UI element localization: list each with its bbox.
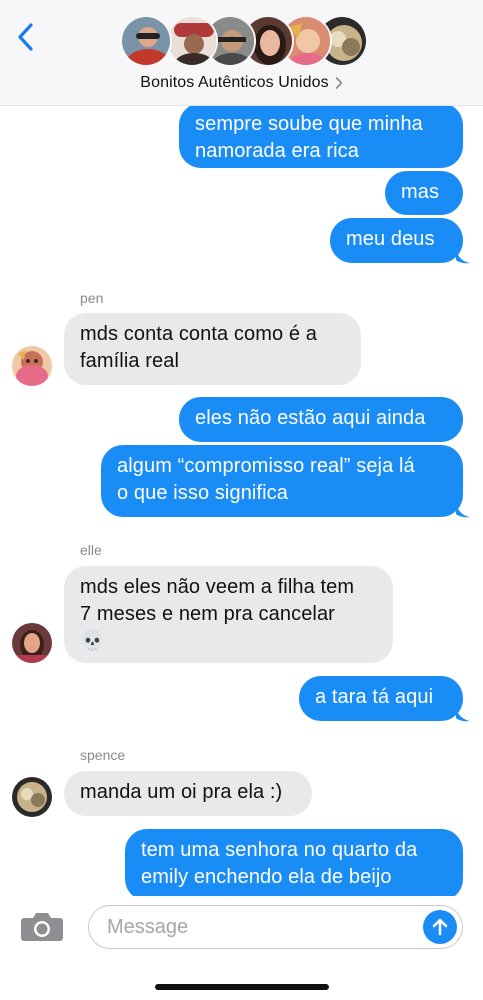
chevron-left-icon (18, 23, 33, 51)
outgoing-message[interactable]: meu deus (330, 218, 463, 263)
home-indicator (155, 984, 329, 990)
outgoing-message[interactable]: tem uma senhora no quarto da emily enche… (125, 829, 463, 901)
camera-icon (21, 913, 63, 941)
camera-button[interactable] (20, 910, 64, 942)
sender-name: elle (80, 542, 102, 558)
message-input[interactable] (107, 906, 407, 948)
incoming-message[interactable]: mds eles não veem a filha tem 7 meses e … (64, 566, 393, 663)
outgoing-message[interactable]: a tara tá aqui (299, 676, 463, 721)
avatar[interactable] (12, 777, 52, 817)
outgoing-message[interactable]: mas (385, 171, 463, 215)
avatar[interactable] (12, 623, 52, 663)
conversation-header: Bonitos Autênticos Unidos (0, 0, 483, 106)
message-field[interactable] (88, 905, 463, 949)
avatar (120, 15, 172, 67)
bubble-tail (456, 504, 470, 518)
bubble-tail (456, 708, 470, 722)
sender-name: spence (80, 747, 126, 763)
message-thread: sempre soube que minha namorada era rica… (0, 0, 483, 1000)
group-name: Bonitos Autênticos Unidos (140, 74, 329, 91)
group-avatars[interactable] (120, 15, 370, 69)
send-button[interactable] (423, 910, 457, 944)
outgoing-message[interactable]: algum “compromisso real” seja lá o que i… (101, 445, 463, 517)
sender-name: pen (80, 290, 104, 306)
chevron-right-icon (335, 77, 343, 89)
outgoing-message[interactable]: sempre soube que minha namorada era rica (179, 103, 463, 168)
send-arrow-icon (432, 918, 448, 936)
outgoing-message[interactable]: eles não estão aqui ainda (179, 397, 463, 442)
back-button[interactable] (12, 20, 38, 54)
incoming-message[interactable]: manda um oi pra ela :) (64, 771, 312, 816)
avatar[interactable] (12, 346, 52, 386)
bubble-tail (456, 250, 470, 264)
group-name-button[interactable]: Bonitos Autênticos Unidos (0, 72, 483, 94)
incoming-message[interactable]: mds conta conta como é a família real (64, 313, 361, 385)
avatar (166, 15, 218, 67)
